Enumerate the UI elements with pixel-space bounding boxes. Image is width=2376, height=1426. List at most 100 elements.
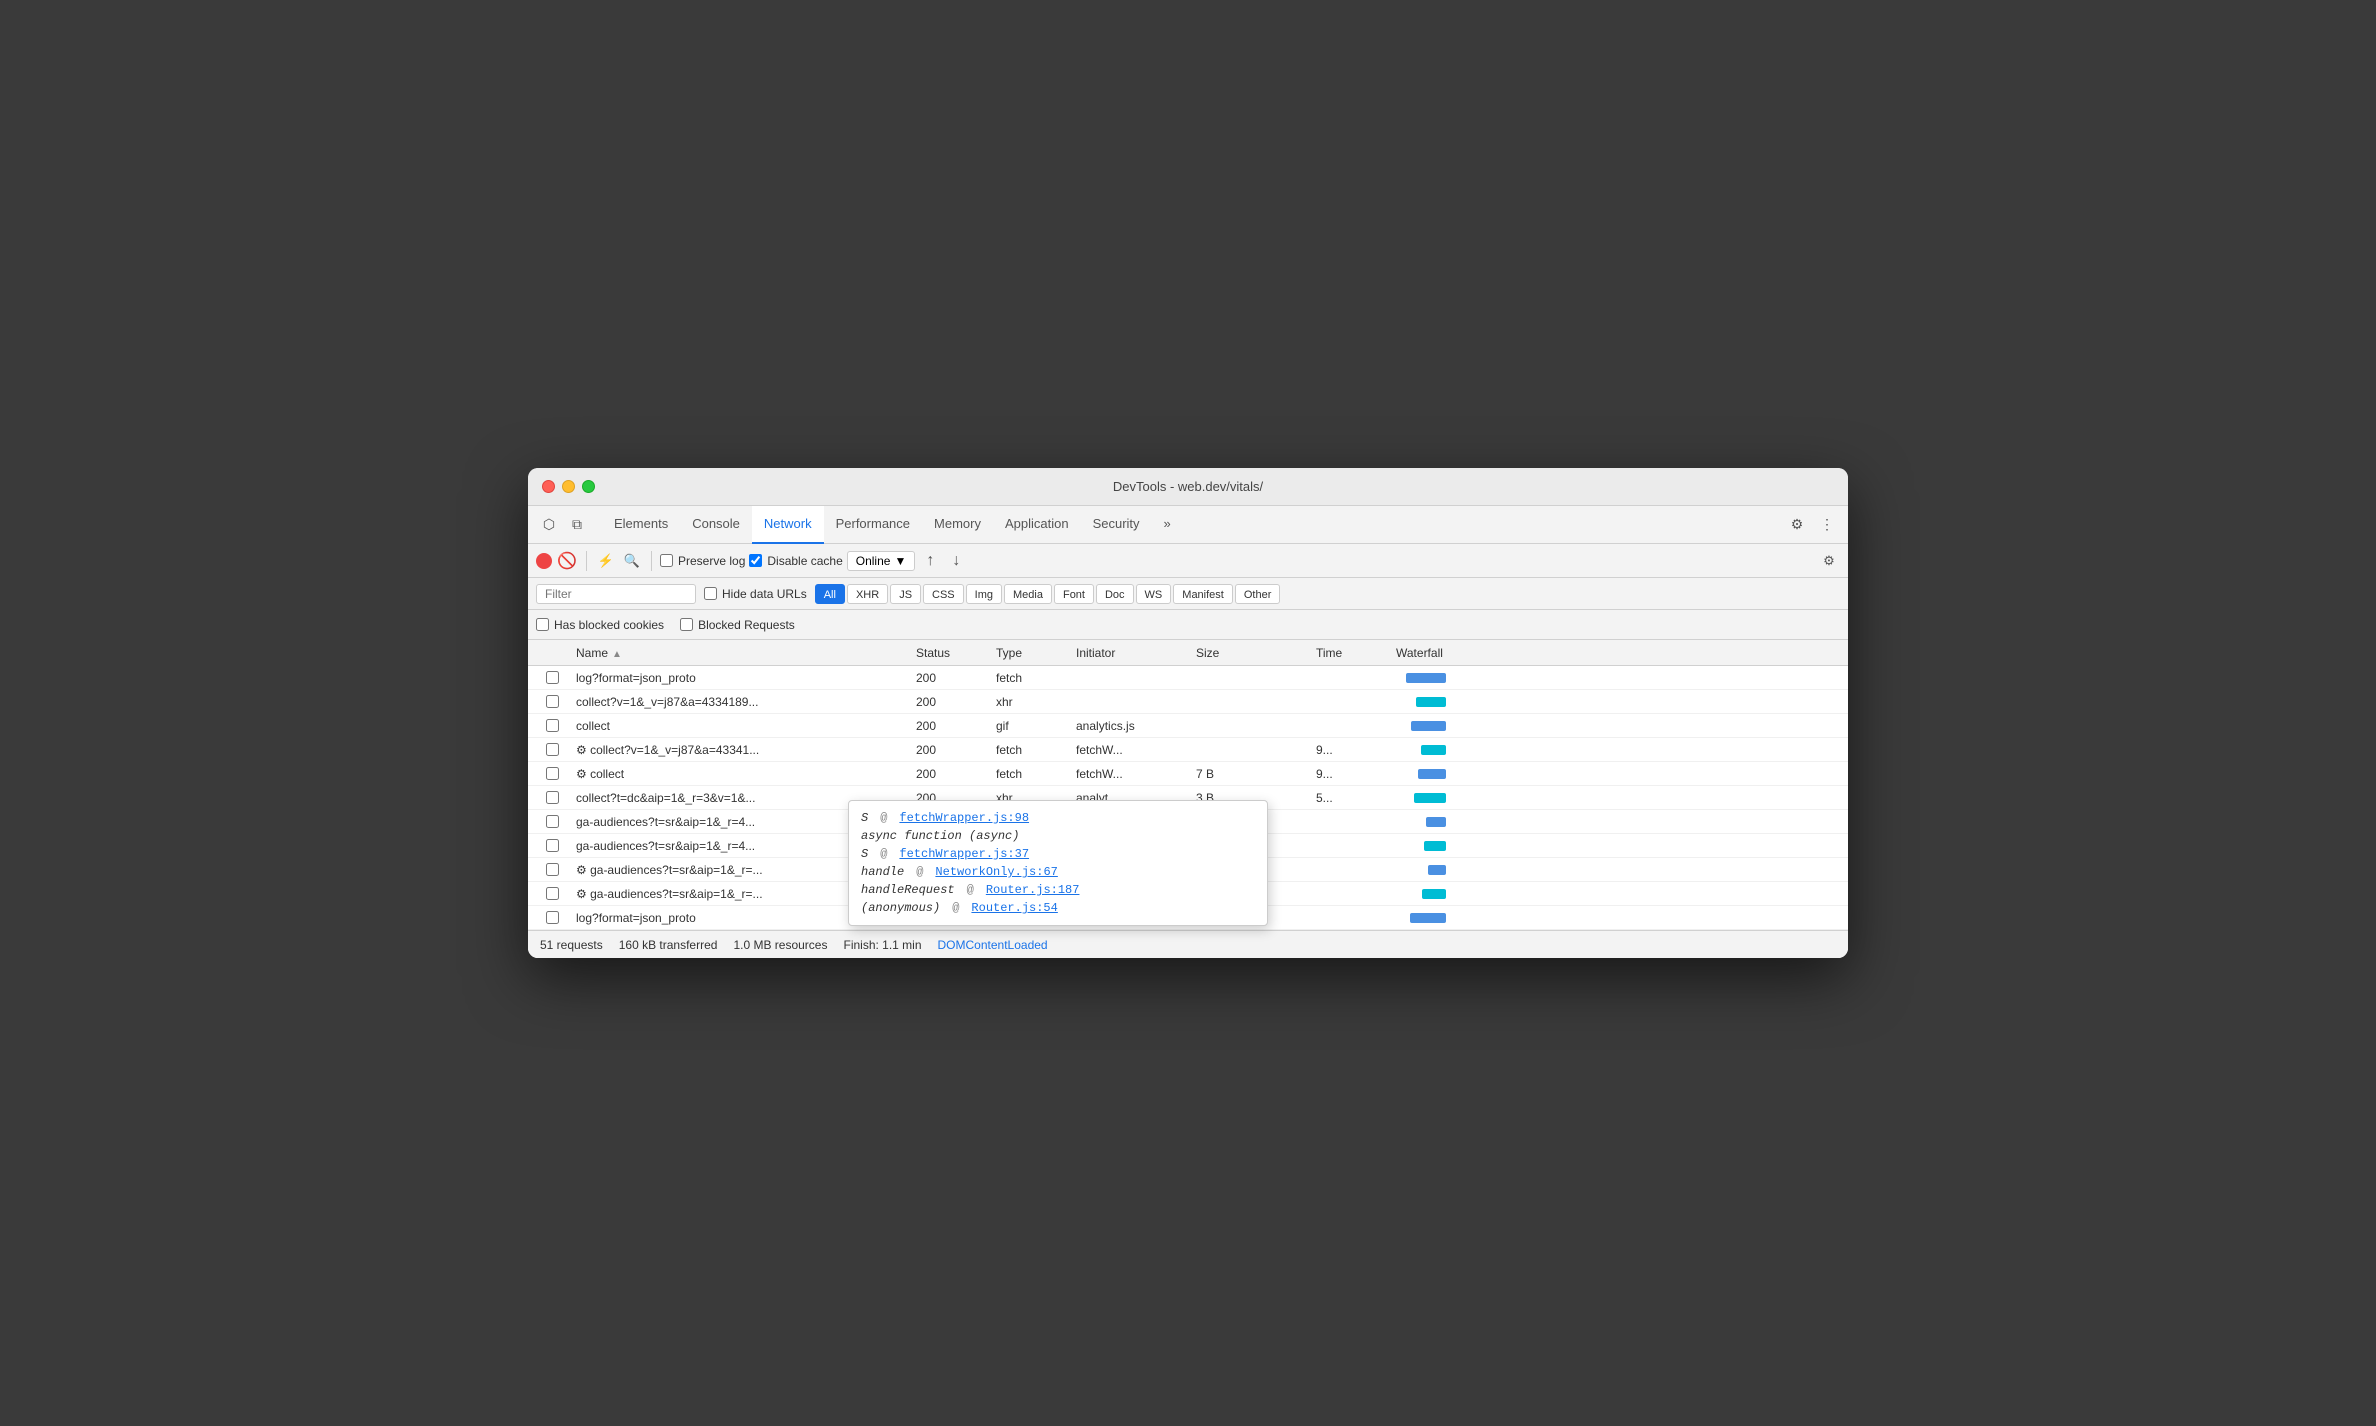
has-blocked-cookies-label[interactable]: Has blocked cookies bbox=[536, 618, 664, 632]
tab-performance[interactable]: Performance bbox=[824, 506, 922, 544]
filter-input[interactable] bbox=[536, 584, 696, 604]
settings-icon[interactable]: ⚙ bbox=[1784, 512, 1810, 538]
header-waterfall[interactable]: Waterfall bbox=[1392, 646, 1844, 660]
row-waterfall bbox=[1392, 817, 1844, 827]
row-type: xhr bbox=[992, 695, 1072, 709]
filter-icon[interactable]: ⚡ bbox=[595, 550, 617, 572]
filter-tab-js[interactable]: JS bbox=[890, 584, 921, 604]
row-checkbox[interactable] bbox=[546, 863, 559, 876]
tab-memory[interactable]: Memory bbox=[922, 506, 993, 544]
row-waterfall bbox=[1392, 841, 1844, 851]
dom-content-loaded: DOMContentLoaded bbox=[938, 938, 1048, 952]
row-initiator: fetchW... bbox=[1072, 743, 1192, 757]
row-checkbox[interactable] bbox=[546, 839, 559, 852]
tooltip-func: S bbox=[861, 811, 868, 825]
table-row[interactable]: collect?v=1&_v=j87&a=4334189... 200 xhr bbox=[528, 690, 1848, 714]
network-settings-icon[interactable]: ⚙ bbox=[1818, 550, 1840, 572]
tooltip-link-2[interactable]: fetchWrapper.js:37 bbox=[899, 847, 1029, 861]
toolbar-separator-2 bbox=[651, 551, 652, 571]
filter-tab-font[interactable]: Font bbox=[1054, 584, 1094, 604]
table-header: Name▲ Status Type Initiator Size Time Wa… bbox=[528, 640, 1848, 666]
tab-network[interactable]: Network bbox=[752, 506, 824, 544]
row-type: gif bbox=[992, 719, 1072, 733]
row-checkbox[interactable] bbox=[546, 791, 559, 804]
tooltip-link-3[interactable]: NetworkOnly.js:67 bbox=[935, 865, 1057, 879]
tooltip-row-1: S @ fetchWrapper.js:98 bbox=[849, 809, 1267, 827]
row-checkbox[interactable] bbox=[546, 887, 559, 900]
close-button[interactable] bbox=[542, 480, 555, 493]
row-checkbox[interactable] bbox=[546, 911, 559, 924]
tooltip-row-5: (anonymous) @ Router.js:54 bbox=[849, 899, 1267, 917]
row-checkbox[interactable] bbox=[546, 671, 559, 684]
filter-tab-other[interactable]: Other bbox=[1235, 584, 1281, 604]
search-icon[interactable]: 🔍 bbox=[621, 550, 643, 572]
row-status: 200 bbox=[912, 767, 992, 781]
table-row[interactable]: log?format=json_proto 200 fetch bbox=[528, 666, 1848, 690]
row-waterfall bbox=[1392, 745, 1844, 755]
tab-elements[interactable]: Elements bbox=[602, 506, 680, 544]
tab-console[interactable]: Console bbox=[680, 506, 752, 544]
tooltip-link-1[interactable]: fetchWrapper.js:98 bbox=[899, 811, 1029, 825]
preserve-log-label[interactable]: Preserve log bbox=[660, 554, 745, 568]
filter-tab-all[interactable]: All bbox=[815, 584, 845, 604]
header-name[interactable]: Name▲ bbox=[572, 646, 912, 660]
disable-cache-checkbox[interactable] bbox=[749, 554, 762, 567]
table-row[interactable]: ⚙ collect?v=1&_v=j87&a=43341... 200 fetc… bbox=[528, 738, 1848, 762]
tooltip-link-5[interactable]: Router.js:54 bbox=[971, 901, 1057, 915]
header-size[interactable]: Size bbox=[1192, 646, 1312, 660]
cursor-icon[interactable]: ⬡ bbox=[536, 512, 562, 538]
row-name: collect bbox=[572, 719, 912, 733]
more-options-icon[interactable]: ⋮ bbox=[1814, 512, 1840, 538]
header-initiator[interactable]: Initiator bbox=[1072, 646, 1192, 660]
filter-tab-doc[interactable]: Doc bbox=[1096, 584, 1134, 604]
filter-tab-xhr[interactable]: XHR bbox=[847, 584, 888, 604]
tab-security[interactable]: Security bbox=[1081, 506, 1152, 544]
tab-application[interactable]: Application bbox=[993, 506, 1081, 544]
preserve-log-checkbox[interactable] bbox=[660, 554, 673, 567]
traffic-lights bbox=[542, 480, 595, 493]
row-checkbox[interactable] bbox=[546, 695, 559, 708]
header-status[interactable]: Status bbox=[912, 646, 992, 660]
header-type[interactable]: Type bbox=[992, 646, 1072, 660]
filter-bar: Hide data URLs All XHR JS CSS Img Media … bbox=[528, 578, 1848, 610]
window-title: DevTools - web.dev/vitals/ bbox=[1113, 479, 1263, 494]
filter-tab-img[interactable]: Img bbox=[966, 584, 1002, 604]
filter-tab-manifest[interactable]: Manifest bbox=[1173, 584, 1233, 604]
header-time[interactable]: Time bbox=[1312, 646, 1392, 660]
blocked-requests-checkbox[interactable] bbox=[680, 618, 693, 631]
row-name: collect?v=1&_v=j87&a=4334189... bbox=[572, 695, 912, 709]
filter-tab-ws[interactable]: WS bbox=[1136, 584, 1172, 604]
filter-tab-css[interactable]: CSS bbox=[923, 584, 964, 604]
device-icon[interactable]: ⧉ bbox=[564, 512, 590, 538]
filter-tab-media[interactable]: Media bbox=[1004, 584, 1052, 604]
throttle-select[interactable]: Online ▼ bbox=[847, 551, 916, 571]
row-checkbox[interactable] bbox=[546, 743, 559, 756]
blocked-requests-label[interactable]: Blocked Requests bbox=[680, 618, 795, 632]
table-row[interactable]: collect 200 gif analytics.js bbox=[528, 714, 1848, 738]
hide-data-urls-checkbox[interactable] bbox=[704, 587, 717, 600]
hide-data-urls-label[interactable]: Hide data URLs bbox=[704, 587, 807, 601]
clear-icon[interactable]: 🚫 bbox=[556, 550, 578, 572]
status-bar: 51 requests 160 kB transferred 1.0 MB re… bbox=[528, 930, 1848, 958]
row-checkbox[interactable] bbox=[546, 815, 559, 828]
row-checkbox[interactable] bbox=[546, 767, 559, 780]
record-button[interactable] bbox=[536, 553, 552, 569]
row-type: fetch bbox=[992, 671, 1072, 685]
has-blocked-cookies-checkbox[interactable] bbox=[536, 618, 549, 631]
row-name: log?format=json_proto bbox=[572, 671, 912, 685]
tab-more[interactable]: » bbox=[1152, 506, 1183, 544]
row-checkbox[interactable] bbox=[546, 719, 559, 732]
maximize-button[interactable] bbox=[582, 480, 595, 493]
top-tabs: ⬡ ⧉ Elements Console Network Performance… bbox=[528, 506, 1848, 544]
chevron-down-icon: ▼ bbox=[894, 554, 906, 568]
disable-cache-label[interactable]: Disable cache bbox=[749, 554, 842, 568]
row-time: 9... bbox=[1312, 743, 1392, 757]
tooltip-link-4[interactable]: Router.js:187 bbox=[986, 883, 1080, 897]
upload-icon[interactable]: ↑ bbox=[919, 550, 941, 572]
minimize-button[interactable] bbox=[562, 480, 575, 493]
tooltip-popup: S @ fetchWrapper.js:98 async function (a… bbox=[848, 800, 1268, 926]
row-status: 200 bbox=[912, 743, 992, 757]
row-waterfall bbox=[1392, 913, 1844, 923]
table-row[interactable]: ⚙ collect 200 fetch fetchW... 7 B 9... bbox=[528, 762, 1848, 786]
download-icon[interactable]: ↓ bbox=[945, 550, 967, 572]
